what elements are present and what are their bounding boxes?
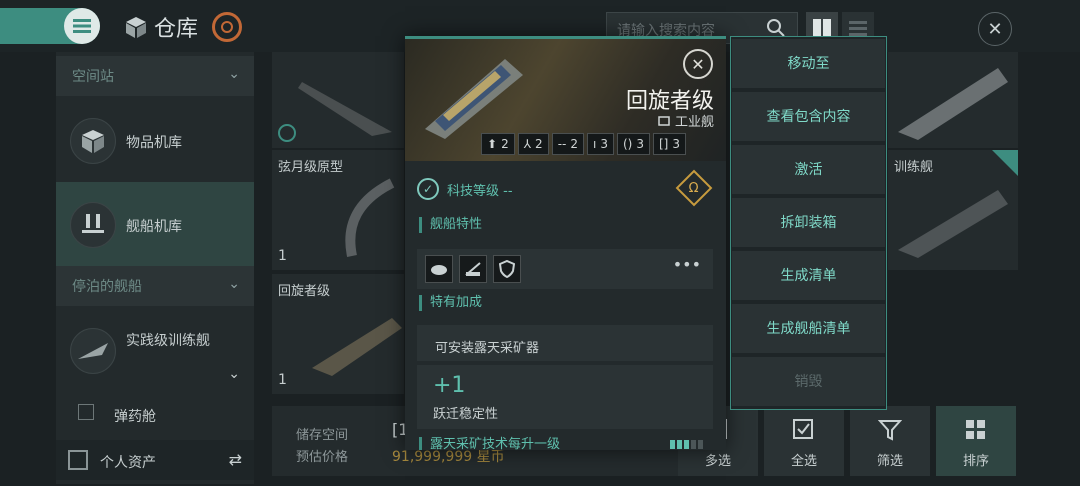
menu-item-move-to[interactable]: 移动至 <box>732 39 885 90</box>
context-menu: 移动至 查看包含内容 激活 拆卸装箱 生成清单 生成舰船清单 销毁 <box>730 36 887 410</box>
target-icon[interactable] <box>212 12 242 42</box>
box-icon <box>70 118 116 164</box>
menu-item-view-contents[interactable]: 查看包含内容 <box>732 92 885 143</box>
chevron-down-icon: ⌄ <box>228 66 240 82</box>
ship-card-name: 弦月级原型 <box>278 160 344 175</box>
launcher-hardpoint-icon: ⅄ 2 <box>517 133 549 155</box>
list-view-icon <box>849 21 867 36</box>
hamburger-icon <box>73 19 91 33</box>
safe-icon <box>68 450 88 470</box>
mid-slot-icon: ı3 <box>587 133 614 155</box>
ship-info-modal: ✕ 回旋者级 工业舰 ⬆ 2 ⅄ 2 -- 2 ı3 () 3 [] 3 ✓ 科技等级 -… <box>405 36 726 450</box>
filter-button[interactable]: 筛选 <box>850 406 930 476</box>
high-slot-icon: -- 2 <box>551 133 584 155</box>
button-label: 筛选 <box>876 454 903 469</box>
turret-hardpoint-icon: ⬆ 2 <box>481 133 515 155</box>
ship-hangar-icon <box>70 202 116 248</box>
sidebar-item-goods[interactable]: 物品机库 <box>56 98 254 184</box>
warp-stability-label: 跃迁稳定性 <box>433 407 499 422</box>
menu-item-unpack[interactable]: 拆卸装箱 <box>732 198 885 249</box>
traits-row: ••• <box>417 249 713 289</box>
sidebar-item-docked-ship[interactable]: 实践级训练舰 ⌄ <box>56 308 254 388</box>
ship-class: 工业舰 <box>658 111 714 130</box>
modal-close-button[interactable]: ✕ <box>683 49 713 79</box>
sidebar-section-docked[interactable]: 停泊的舰船 ⌄ <box>56 266 254 306</box>
sidebar-item-label: 实践级训练舰 <box>126 333 210 349</box>
industrial-ship-icon <box>658 115 670 126</box>
section-traits-title: 舰船特性 <box>419 217 482 233</box>
sidebar-section-label: 停泊的舰船 <box>72 279 142 295</box>
ship-card-count: 1 <box>278 372 287 388</box>
rig-slot-icon: [] 3 <box>653 133 687 155</box>
chevron-down-icon: ⌄ <box>228 366 240 382</box>
shield-icon[interactable] <box>493 255 521 283</box>
ship-thumbnail-icon <box>70 328 116 374</box>
more-options-icon[interactable]: ••• <box>673 255 701 274</box>
check-icon: ✓ <box>417 178 439 200</box>
sidebar-item-ammo[interactable]: 弹药舱 <box>56 390 254 438</box>
grid-view-icon <box>813 19 831 37</box>
sidebar-item-label: 舰船机库 <box>126 219 182 235</box>
button-label: 排序 <box>962 454 989 469</box>
skill-bonus-row: 露天采矿技术每升一级 <box>417 437 717 450</box>
ship-card-name: 回旋者级 <box>278 284 331 299</box>
ship-card[interactable] <box>888 52 1018 148</box>
sidebar-item-personal-assets[interactable]: 个人资产 ⇄ <box>56 440 254 480</box>
sidebar-section-station[interactable]: 空间站 ⌄ <box>56 56 254 96</box>
filter-icon <box>878 420 902 441</box>
ship-class-label: 工业舰 <box>674 115 714 130</box>
warehouse-cube-icon <box>126 17 146 38</box>
ship-card[interactable] <box>272 52 404 148</box>
close-button[interactable]: ✕ <box>978 12 1012 46</box>
page-title: 仓库 <box>154 17 199 42</box>
sidebar-item-fleet[interactable]: 舰船机库 <box>56 182 254 268</box>
select-all-button[interactable]: 全选 <box>764 406 844 476</box>
page-title-group: 仓库 <box>124 12 198 42</box>
section-bonus-title: 特有加成 <box>419 295 482 311</box>
status-icon <box>278 124 296 142</box>
menu-item-make-ship-list[interactable]: 生成舰船清单 <box>732 304 885 355</box>
button-label: 全选 <box>790 454 817 469</box>
button-label: 多选 <box>704 454 731 469</box>
skill-level-bars <box>670 440 703 449</box>
ship-card[interactable]: 训练舰 <box>888 150 1018 270</box>
sidebar-item-label: 物品机库 <box>126 135 182 151</box>
search-icon[interactable] <box>766 18 786 38</box>
sidebar-item-label: 弹药舱 <box>114 409 156 425</box>
warp-stability-value: +1 <box>433 373 466 398</box>
tech-level-text: 科技等级 -- <box>447 183 513 199</box>
ship-render-image <box>425 59 523 139</box>
close-icon: ✕ <box>987 18 1003 40</box>
corner-badge <box>992 150 1018 176</box>
ship-card-count: 1 <box>278 248 287 264</box>
warp-stability-card: +1 跃迁稳定性 <box>417 365 713 429</box>
swap-icon[interactable]: ⇄ <box>229 450 242 469</box>
menu-button[interactable] <box>64 8 100 44</box>
ship-card[interactable]: 回旋者级 1 <box>272 274 404 394</box>
menu-item-destroy: 销毁 <box>732 357 885 408</box>
mining-drone-icon[interactable] <box>425 255 453 283</box>
tech-level-row: ✓ 科技等级 -- <box>417 175 717 203</box>
estimated-price-label: 预估价格 <box>296 450 349 465</box>
low-slot-icon: () 3 <box>616 133 650 155</box>
sidebar-item-label: 个人资产 <box>100 455 156 471</box>
select-all-icon <box>793 419 813 439</box>
slot-summary: ⬆ 2 ⅄ 2 -- 2 ı3 () 3 [] 3 <box>481 133 687 155</box>
sidebar-section-label: 空间站 <box>72 69 114 85</box>
sidebar: 空间站 ⌄ 物品机库 舰船机库 停泊的舰船 ⌄ 实践级训练舰 ⌄ 弹药舱 个人资… <box>56 52 254 484</box>
chevron-down-icon: ⌄ <box>228 276 240 292</box>
sort-grid-icon <box>966 420 985 439</box>
storage-space-label: 储存空间 <box>296 428 349 443</box>
menu-item-make-list[interactable]: 生成清单 <box>732 251 885 302</box>
sort-button[interactable]: 排序 <box>936 406 1016 476</box>
ship-card-name: 训练舰 <box>894 160 934 175</box>
close-icon: ✕ <box>691 54 705 74</box>
skill-bonus-text: 露天采矿技术每升一级 <box>419 437 560 450</box>
menu-item-activate[interactable]: 激活 <box>732 145 885 196</box>
ship-card[interactable]: 弦月级原型 1 <box>272 150 404 270</box>
mining-laser-icon[interactable] <box>459 255 487 283</box>
bonus-card: 可安装露天采矿器 <box>417 325 713 361</box>
ammo-icon <box>78 404 94 420</box>
